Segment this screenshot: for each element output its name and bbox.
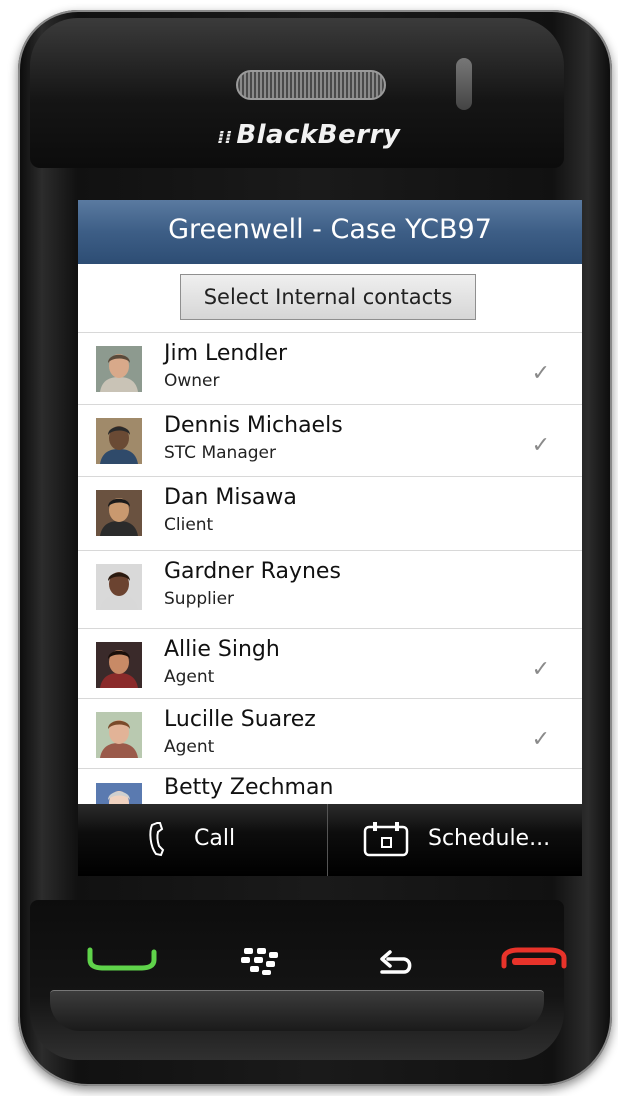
blackberry-menu-key-icon[interactable] <box>238 946 286 976</box>
contact-name: Jim Lendler <box>164 341 288 366</box>
send-key-green-icon[interactable] <box>86 946 158 972</box>
action-bar: Call Schedule... <box>78 804 582 876</box>
select-internal-contacts-button[interactable]: Select Internal contacts <box>180 274 476 320</box>
schedule-label: Schedule... <box>428 826 551 851</box>
contact-row[interactable]: Gardner Raynes Supplier <box>78 550 582 628</box>
contact-row[interactable]: Lucille Suarez Agent ✓ <box>78 698 582 768</box>
phone-icon <box>149 822 165 857</box>
contact-name: Betty Zechman <box>164 775 334 800</box>
contact-name: Dennis Michaels <box>164 413 343 438</box>
avatar-photo <box>96 418 142 464</box>
contact-role: Owner <box>164 371 220 391</box>
phone-screen: Greenwell - Case YCB97 Select Internal c… <box>78 200 582 876</box>
contact-role: Agent <box>164 667 215 687</box>
contact-role: Client <box>164 515 214 535</box>
contact-name: Allie Singh <box>164 637 280 662</box>
phone-bottom-bezel <box>30 900 564 1060</box>
avatar-photo <box>96 783 142 804</box>
calendar-icon <box>363 822 409 857</box>
speaker-grille <box>236 70 386 100</box>
contact-row[interactable]: Dan Misawa Client <box>78 476 582 550</box>
contact-row[interactable]: Betty Zechman <box>78 768 582 804</box>
phone-bottom-lip <box>50 990 544 1031</box>
contact-row[interactable]: Allie Singh Agent ✓ <box>78 628 582 698</box>
selected-check-icon: ✓ <box>531 433 550 458</box>
contact-row[interactable]: Jim Lendler Owner ✓ <box>78 332 582 404</box>
selected-check-icon: ✓ <box>531 727 550 752</box>
selected-check-icon: ✓ <box>531 657 550 682</box>
screen-title: Greenwell - Case YCB97 <box>168 214 492 245</box>
call-label: Call <box>194 826 236 851</box>
notification-led <box>456 58 472 110</box>
avatar-photo <box>96 642 142 688</box>
blackberry-logo-icon: ⁞⁞ <box>217 127 233 148</box>
end-key-red-icon[interactable] <box>498 946 570 972</box>
contact-name: Gardner Raynes <box>164 559 341 584</box>
avatar-photo <box>96 712 142 758</box>
schedule-button[interactable]: Schedule... <box>328 804 582 876</box>
avatar-photo <box>96 346 142 392</box>
avatar-photo <box>96 564 142 610</box>
title-bar: Greenwell - Case YCB97 <box>78 200 582 264</box>
contact-name: Lucille Suarez <box>164 707 316 732</box>
selected-check-icon: ✓ <box>531 361 550 386</box>
contact-name: Dan Misawa <box>164 485 297 510</box>
contact-role: STC Manager <box>164 443 276 463</box>
back-key-icon[interactable] <box>376 946 416 978</box>
contact-row[interactable]: Dennis Michaels STC Manager ✓ <box>78 404 582 476</box>
brand-logo: ⁞⁞ BlackBerry <box>0 120 618 150</box>
contact-role: Agent <box>164 737 215 757</box>
call-button[interactable]: Call <box>78 804 327 876</box>
contact-role: Supplier <box>164 589 235 609</box>
brand-text: BlackBerry <box>236 120 401 150</box>
contact-list: Select Internal contacts Jim Lendler Owne… <box>78 264 582 804</box>
avatar-photo <box>96 490 142 536</box>
